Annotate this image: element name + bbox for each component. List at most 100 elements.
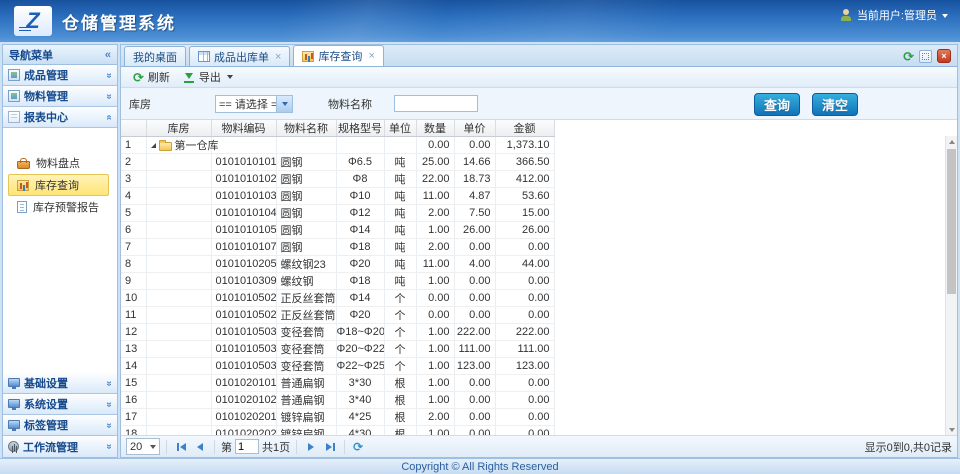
query-button[interactable]: 查询 — [754, 93, 800, 116]
sidebar-group-material[interactable]: 物料管理 » — [3, 86, 117, 107]
cell-amount: 111.00 — [495, 341, 554, 358]
cell-amount: 0.00 — [495, 290, 554, 307]
column-material-code[interactable]: 物料编码 — [211, 120, 276, 137]
table-row[interactable]: 10 010101050201 正反丝套筒 Φ14 个 0.00 0.00 0.… — [121, 290, 554, 307]
folder-icon — [159, 142, 172, 151]
row-number: 15 — [121, 375, 146, 392]
close-icon[interactable]: × — [368, 51, 374, 61]
table-row[interactable]: 9 0101010309 螺纹钢 Φ18 吨 1.00 0.00 0.00 — [121, 273, 554, 290]
tab-product-outbound[interactable]: 成品出库单 × — [189, 46, 290, 66]
page-title: 仓储管理系统 — [62, 9, 176, 34]
column-warehouse[interactable]: 库房 — [146, 120, 211, 137]
table-row[interactable]: 13 010101050302 变径套筒 Φ20~Φ22 个 1.00 111.… — [121, 341, 554, 358]
cell-material-code: 0101010309 — [211, 273, 276, 290]
column-spec-model[interactable]: 规格型号 — [336, 120, 384, 137]
column-unit[interactable]: 单位 — [384, 120, 416, 137]
cell-amount: 0.00 — [495, 426, 554, 436]
page-number-input[interactable] — [235, 439, 259, 454]
tree-group-row[interactable]: 1 第一仓库 — [121, 137, 554, 154]
user-menu[interactable]: 当前用户:管理员 — [840, 7, 948, 23]
material-name-input[interactable] — [394, 95, 478, 112]
scroll-down-button[interactable] — [946, 424, 957, 435]
page-size-select[interactable]: 20 — [126, 438, 160, 455]
cell-material-code: 0101020202 — [211, 426, 276, 436]
tab-controls: ⟳ × — [903, 49, 951, 63]
cell-quantity: 1.00 — [416, 358, 454, 375]
tab-my-desktop[interactable]: 我的桌面 — [124, 46, 186, 66]
sidebar-group-report[interactable]: 报表中心 » — [3, 107, 117, 128]
table-row[interactable]: 7 0101010107 圆钢 Φ18 吨 2.00 0.00 0.00 — [121, 239, 554, 256]
maximize-button[interactable] — [919, 50, 932, 63]
table-row[interactable]: 2 0101010101 圆钢 Φ6.5 吨 25.00 14.66 366.5… — [121, 154, 554, 171]
table-row[interactable]: 8 0101010205 螺纹钢23 Φ20 吨 11.00 4.00 44.0… — [121, 256, 554, 273]
sidebar-group-label-management[interactable]: 标签管理 » — [3, 415, 117, 436]
table-row[interactable]: 15 0101020101 普通扁钢 3*30 根 1.00 0.00 0.00 — [121, 375, 554, 392]
row-number: 9 — [121, 273, 146, 290]
last-page-button[interactable] — [322, 439, 338, 455]
sidebar-item-material-check[interactable]: 物料盘点 — [3, 152, 117, 174]
sidebar-title: 导航菜单 « — [3, 45, 117, 65]
first-page-button[interactable] — [173, 439, 189, 455]
close-tab-button[interactable]: × — [937, 49, 951, 63]
cell-material-code: 0101020101 — [211, 375, 276, 392]
table-row[interactable]: 5 0101010104 圆钢 Φ12 吨 2.00 7.50 15.00 — [121, 205, 554, 222]
row-number: 10 — [121, 290, 146, 307]
table-row[interactable]: 6 0101010105 圆钢 Φ14 吨 1.00 26.00 26.00 — [121, 222, 554, 239]
cell-unit-price: 0.00 — [454, 375, 495, 392]
cell-amount: 366.50 — [495, 154, 554, 171]
sidebar-group-workflow[interactable]: 工作流管理 » — [3, 436, 117, 457]
sidebar-item-inventory-warning-report[interactable]: 库存预警报告 — [3, 196, 117, 218]
tree-expand-icon[interactable] — [151, 143, 156, 148]
table-row[interactable]: 16 0101020102 普通扁钢 3*40 根 1.00 0.00 0.00 — [121, 392, 554, 409]
cell-spec-model: Φ20 — [336, 307, 384, 324]
table-row[interactable]: 14 010101050303 变径套筒 Φ22~Φ25 个 1.00 123.… — [121, 358, 554, 375]
sidebar-group-product[interactable]: 成品管理 » — [3, 65, 117, 86]
column-quantity[interactable]: 数量 — [416, 120, 454, 137]
column-material-name[interactable]: 物料名称 — [276, 120, 336, 137]
warehouse-label: 库房 — [129, 96, 151, 112]
cell-unit-price: 4.00 — [454, 256, 495, 273]
table-row[interactable]: 3 0101010102 圆钢 Φ8 吨 22.00 18.73 412.00 — [121, 171, 554, 188]
vertical-scrollbar[interactable] — [945, 136, 957, 435]
sidebar-group-basic-settings[interactable]: 基础设置 » — [3, 373, 117, 394]
cell-material-name: 圆钢 — [276, 222, 336, 239]
cell-unit-price: 18.73 — [454, 171, 495, 188]
row-number: 2 — [121, 154, 146, 171]
sidebar-group-system-settings[interactable]: 系统设置 » — [3, 394, 117, 415]
column-amount[interactable]: 金额 — [495, 120, 554, 137]
scroll-up-button[interactable] — [946, 136, 957, 147]
refresh-grid-button[interactable]: ⟳ — [353, 440, 363, 454]
table-row[interactable]: 17 0101020201 镀锌扁钢 4*25 根 2.00 0.00 0.00 — [121, 409, 554, 426]
row-number: 13 — [121, 341, 146, 358]
sidebar-item-inventory-query[interactable]: 库存查询 — [8, 174, 109, 196]
warehouse-select[interactable]: == 请选择 == — [215, 95, 293, 113]
cell-quantity: 1.00 — [416, 426, 454, 436]
collapse-sidebar-icon[interactable]: « — [105, 49, 111, 61]
clear-button[interactable]: 清空 — [812, 93, 858, 116]
close-icon[interactable]: × — [275, 52, 281, 62]
cell-spec-model: Φ20 — [336, 256, 384, 273]
next-page-button[interactable] — [303, 439, 319, 455]
cell-quantity: 25.00 — [416, 154, 454, 171]
cell-material-code: 0101010101 — [211, 154, 276, 171]
cell-spec-model: 3*30 — [336, 375, 384, 392]
table-row[interactable]: 4 0101010103 圆钢 Φ10 吨 11.00 4.87 53.60 — [121, 188, 554, 205]
tab-inventory-query[interactable]: 库存查询 × — [293, 45, 383, 66]
app-logo: Z — [14, 6, 52, 36]
current-user-label: 当前用户:管理员 — [857, 7, 937, 23]
sidebar-item-label: 物料盘点 — [36, 155, 80, 171]
refresh-tab-icon[interactable]: ⟳ — [903, 50, 914, 63]
label-management-icon — [8, 420, 20, 429]
user-icon — [840, 9, 852, 21]
grid-toolbar: ⟳ 刷新 导出 — [121, 67, 957, 88]
prev-page-button[interactable] — [192, 439, 208, 455]
column-unit-price[interactable]: 单价 — [454, 120, 495, 137]
export-button[interactable]: 导出 — [178, 67, 239, 87]
basic-settings-icon — [8, 378, 20, 387]
table-row[interactable]: 18 0101020202 镀锌扁钢 4*30 根 1.00 0.00 0.00 — [121, 426, 554, 436]
scroll-thumb[interactable] — [947, 149, 956, 294]
table-row[interactable]: 12 010101050301 变径套筒 Φ18~Φ20 个 1.00 222.… — [121, 324, 554, 341]
refresh-button[interactable]: ⟳ 刷新 — [127, 67, 176, 87]
tab-label: 库存查询 — [318, 48, 362, 64]
table-row[interactable]: 11 010101050204 正反丝套筒 Φ20 个 0.00 0.00 0.… — [121, 307, 554, 324]
